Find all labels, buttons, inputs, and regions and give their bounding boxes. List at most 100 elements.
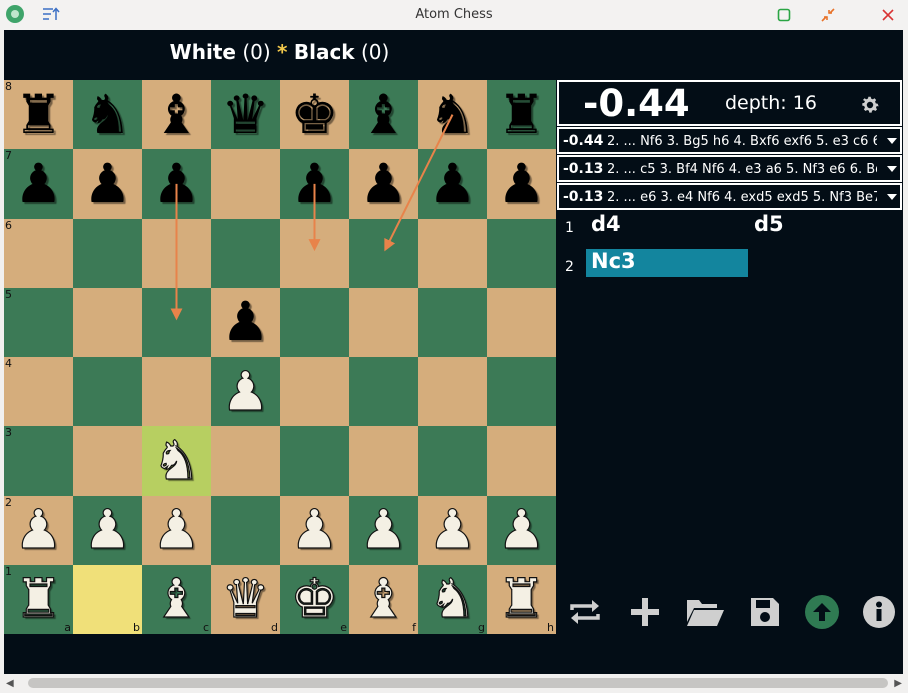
engine-line-1[interactable]: -0.44 2. ... Nf6 3. Bg5 h6 4. Bxf6 exf6 …	[557, 127, 902, 154]
white-pawn-icon[interactable]: ♟	[4, 496, 73, 565]
engine-line-2[interactable]: -0.13 2. ... c5 3. Bf4 Nf6 4. e3 a6 5. N…	[557, 155, 902, 182]
restore-icon[interactable]	[818, 5, 838, 25]
square-h3[interactable]	[487, 426, 556, 496]
black-pawn-icon[interactable]: ♟	[211, 288, 280, 357]
white-queen-icon[interactable]: ♛	[211, 565, 280, 634]
square-c8[interactable]: ♝	[142, 80, 211, 150]
maximize-icon[interactable]	[774, 5, 794, 25]
square-f3[interactable]	[349, 426, 418, 496]
square-g8[interactable]: ♞	[418, 80, 487, 150]
square-a8[interactable]: 8 ♜	[4, 80, 73, 150]
black-pawn-icon[interactable]: ♟	[142, 149, 211, 218]
black-bishop-icon[interactable]: ♝	[349, 80, 418, 149]
white-pawn-icon[interactable]: ♟	[349, 496, 418, 565]
white-bishop-icon[interactable]: ♝	[349, 565, 418, 634]
square-f1[interactable]: f ♝	[349, 564, 418, 634]
square-b5[interactable]	[73, 287, 142, 357]
dropdown-arrow-icon[interactable]	[887, 138, 897, 144]
square-f7[interactable]: ♟	[349, 149, 418, 219]
square-a3[interactable]: 3	[4, 426, 73, 496]
white-pawn-icon[interactable]: ♟	[418, 496, 487, 565]
square-c5[interactable]	[142, 287, 211, 357]
white-pawn-icon[interactable]: ♟	[487, 496, 556, 565]
black-bishop-icon[interactable]: ♝	[142, 80, 211, 149]
move-white-active[interactable]: Nc3	[586, 249, 748, 277]
white-rook-icon[interactable]: ♜	[487, 565, 556, 634]
square-d6[interactable]	[211, 218, 280, 288]
square-c1[interactable]: c ♝	[142, 564, 211, 634]
black-pawn-icon[interactable]: ♟	[418, 149, 487, 218]
black-pawn-icon[interactable]: ♟	[4, 149, 73, 218]
square-c3[interactable]: ♞	[142, 426, 211, 496]
square-f6[interactable]	[349, 218, 418, 288]
square-e6[interactable]	[280, 218, 349, 288]
scroll-right-icon[interactable]: ▶	[894, 678, 902, 689]
square-e5[interactable]	[280, 287, 349, 357]
square-h4[interactable]	[487, 357, 556, 427]
square-d4[interactable]: ♟	[211, 357, 280, 427]
black-queen-icon[interactable]: ♛	[211, 80, 280, 149]
white-pawn-icon[interactable]: ♟	[280, 496, 349, 565]
square-f2[interactable]: ♟	[349, 495, 418, 565]
scrollbar-thumb[interactable]	[28, 678, 888, 688]
black-rook-icon[interactable]: ♜	[487, 80, 556, 149]
square-g5[interactable]	[418, 287, 487, 357]
square-c4[interactable]	[142, 357, 211, 427]
white-bishop-icon[interactable]: ♝	[142, 565, 211, 634]
black-rook-icon[interactable]: ♜	[4, 80, 73, 149]
square-b3[interactable]	[73, 426, 142, 496]
square-c7[interactable]: ♟	[142, 149, 211, 219]
square-c6[interactable]	[142, 218, 211, 288]
square-d8[interactable]: ♛	[211, 80, 280, 150]
black-pawn-icon[interactable]: ♟	[280, 149, 349, 218]
dropdown-arrow-icon[interactable]	[887, 166, 897, 172]
upload-button[interactable]	[802, 594, 842, 630]
new-game-button[interactable]	[625, 594, 665, 630]
scroll-left-icon[interactable]: ◀	[6, 678, 14, 689]
chess-board[interactable]: 8 ♜ ♞ ♝ ♛ ♚ ♝ ♞ ♜ 7 ♟ ♟ ♟ ♟ ♟ ♟ ♟ 6 5 ♟ 4 ♟ 3 ♞ 2 ♟ ♟ ♟ ♟ ♟ ♟ ♟ 1 a ♜ b c ♝ d ♛…	[4, 80, 556, 634]
black-pawn-icon[interactable]: ♟	[487, 149, 556, 218]
square-c2[interactable]: ♟	[142, 495, 211, 565]
square-f8[interactable]: ♝	[349, 80, 418, 150]
square-a1[interactable]: 1 a ♜	[4, 564, 73, 634]
square-b7[interactable]: ♟	[73, 149, 142, 219]
square-e8[interactable]: ♚	[280, 80, 349, 150]
square-h8[interactable]: ♜	[487, 80, 556, 150]
square-h2[interactable]: ♟	[487, 495, 556, 565]
black-pawn-icon[interactable]: ♟	[73, 149, 142, 218]
square-b1[interactable]: b	[73, 564, 142, 634]
square-a7[interactable]: 7 ♟	[4, 149, 73, 219]
black-king-icon[interactable]: ♚	[280, 80, 349, 149]
square-a4[interactable]: 4	[4, 357, 73, 427]
white-king-icon[interactable]: ♚	[280, 565, 349, 634]
square-a2[interactable]: 2 ♟	[4, 495, 73, 565]
black-knight-icon[interactable]: ♞	[73, 80, 142, 149]
square-h7[interactable]: ♟	[487, 149, 556, 219]
square-e2[interactable]: ♟	[280, 495, 349, 565]
square-h1[interactable]: h ♜	[487, 564, 556, 634]
square-d1[interactable]: d ♛	[211, 564, 280, 634]
square-g3[interactable]	[418, 426, 487, 496]
black-pawn-icon[interactable]: ♟	[349, 149, 418, 218]
white-knight-icon[interactable]: ♞	[142, 426, 211, 495]
horizontal-scrollbar[interactable]: ◀ ▶	[0, 675, 908, 693]
square-e1[interactable]: e ♚	[280, 564, 349, 634]
move-white[interactable]: d4	[586, 212, 748, 236]
black-knight-icon[interactable]: ♞	[418, 80, 487, 149]
square-g4[interactable]	[418, 357, 487, 427]
white-pawn-icon[interactable]: ♟	[211, 357, 280, 426]
square-e4[interactable]	[280, 357, 349, 427]
save-button[interactable]	[745, 594, 785, 630]
square-f4[interactable]	[349, 357, 418, 427]
white-pawn-icon[interactable]: ♟	[142, 496, 211, 565]
white-rook-icon[interactable]: ♜	[4, 565, 73, 634]
square-b2[interactable]: ♟	[73, 495, 142, 565]
square-g2[interactable]: ♟	[418, 495, 487, 565]
square-f5[interactable]	[349, 287, 418, 357]
square-b8[interactable]: ♞	[73, 80, 142, 150]
engine-line-3[interactable]: -0.13 2. ... e6 3. e4 Nf6 4. exd5 exd5 5…	[557, 183, 902, 210]
square-g7[interactable]: ♟	[418, 149, 487, 219]
close-icon[interactable]	[878, 5, 898, 25]
square-b4[interactable]	[73, 357, 142, 427]
square-h6[interactable]	[487, 218, 556, 288]
